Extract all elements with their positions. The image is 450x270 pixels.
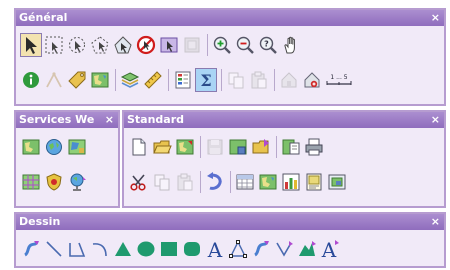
close-icon[interactable]: × (431, 214, 440, 230)
globe-stand-icon[interactable] (66, 170, 88, 194)
toolbar-separator (274, 69, 275, 91)
select-layer-icon[interactable] (181, 33, 203, 57)
panel-standard-title: Standard (127, 113, 185, 126)
panel-general-title: Général (19, 11, 68, 24)
close-icon[interactable]: × (431, 112, 440, 128)
draw-select-icon[interactable] (20, 237, 42, 261)
toolbar-separator (276, 136, 277, 158)
scale-bar-icon[interactable]: 1 ... 5 (324, 68, 354, 92)
layout-icon[interactable] (303, 170, 325, 194)
standard-toolbar-row-2 (126, 167, 442, 197)
panel-dessin-title: Dessin (19, 215, 61, 228)
select-circle-icon[interactable] (66, 33, 88, 57)
close-icon[interactable]: × (431, 10, 440, 26)
copy-icon[interactable] (151, 170, 173, 194)
cut-icon[interactable] (128, 170, 150, 194)
ellipse-icon[interactable] (135, 237, 157, 261)
scale-bar-label: 1 ... 5 (330, 74, 347, 81)
panel-standard: Standard × (122, 110, 446, 208)
open-map-icon[interactable] (174, 135, 196, 159)
services-toolbar-row-2 (18, 167, 116, 197)
wfs-map-icon[interactable] (66, 135, 88, 159)
shield-icon[interactable] (43, 170, 65, 194)
rounded-rectangle-icon[interactable] (181, 237, 203, 261)
draw-line-arrow-icon[interactable] (273, 237, 295, 261)
general-toolbar-row-2: Σ 1 ... 5 (18, 65, 442, 95)
panel-services-title: Services We (19, 113, 95, 126)
pan-hand-icon[interactable] (280, 33, 302, 57)
export-icon[interactable] (301, 68, 323, 92)
export-map-icon[interactable] (250, 135, 272, 159)
draw-polygon-icon[interactable] (296, 237, 318, 261)
text-style-icon[interactable]: A (319, 237, 341, 261)
zoom-identify-icon[interactable]: ? (257, 33, 279, 57)
toolbar-separator (230, 171, 231, 193)
open-folder-icon[interactable] (151, 135, 173, 159)
legend-icon[interactable] (172, 68, 194, 92)
save-icon[interactable] (204, 135, 226, 159)
ruler-icon[interactable] (142, 68, 164, 92)
line-icon[interactable] (43, 237, 65, 261)
info-icon[interactable] (20, 68, 42, 92)
services-toolbar-row-1 (18, 132, 116, 162)
chart-icon[interactable] (280, 170, 302, 194)
measure-icon[interactable] (43, 68, 65, 92)
toolbar-separator (200, 171, 201, 193)
draw-curve-icon[interactable] (250, 237, 272, 261)
new-document-icon[interactable] (128, 135, 150, 159)
copy-icon[interactable] (225, 68, 247, 92)
toolbar-separator (207, 34, 208, 56)
dessin-toolbar-row: A A (18, 232, 442, 266)
frame-icon[interactable] (326, 170, 348, 194)
panel-general-header[interactable]: Général × (16, 10, 444, 26)
clear-selection-icon[interactable] (135, 33, 157, 57)
paste-icon[interactable] (248, 68, 270, 92)
paste-icon[interactable] (174, 170, 196, 194)
toolbar-separator (200, 136, 201, 158)
close-icon[interactable]: × (105, 112, 114, 128)
general-toolbar-row-1: ? (18, 30, 442, 60)
select-shape-icon[interactable] (112, 33, 134, 57)
toolbar-separator (221, 69, 222, 91)
undo-icon[interactable] (204, 170, 226, 194)
select-by-attribute-icon[interactable] (158, 33, 180, 57)
map-icon[interactable] (89, 68, 111, 92)
standard-toolbar-row-1 (126, 132, 442, 162)
panel-general: Général × ? Σ 1 ... 5 (14, 8, 446, 106)
zoom-out-icon[interactable] (234, 33, 256, 57)
panel-dessin: Dessin × A A (14, 212, 446, 268)
layers-icon[interactable] (119, 68, 141, 92)
map-view-icon[interactable] (257, 170, 279, 194)
svg-text:?: ? (264, 40, 269, 49)
toolbar-separator (115, 69, 116, 91)
panel-services-web: Services We × (14, 110, 120, 208)
print-icon[interactable] (303, 135, 325, 159)
panel-dessin-header[interactable]: Dessin × (16, 214, 444, 230)
wms-map-icon[interactable] (20, 135, 42, 159)
select-arrow-icon[interactable] (20, 33, 42, 57)
svg-text:A: A (207, 239, 223, 259)
text-icon[interactable]: A (204, 237, 226, 261)
toolbar-separator (168, 69, 169, 91)
wms-globe-icon[interactable] (43, 135, 65, 159)
triangle-icon[interactable] (112, 237, 134, 261)
select-box-icon[interactable] (43, 33, 65, 57)
rectangle-icon[interactable] (158, 237, 180, 261)
svg-text:A: A (321, 239, 337, 259)
tag-icon[interactable] (66, 68, 88, 92)
table-icon[interactable] (234, 170, 256, 194)
svg-text:Σ: Σ (200, 71, 211, 90)
save-map-icon[interactable] (227, 135, 249, 159)
grid-map-icon[interactable] (20, 170, 42, 194)
edit-vertices-icon[interactable] (227, 237, 249, 261)
sum-icon[interactable]: Σ (195, 68, 217, 92)
zoom-in-icon[interactable] (211, 33, 233, 57)
panel-services-header[interactable]: Services We × (16, 112, 118, 128)
panel-standard-header[interactable]: Standard × (124, 112, 444, 128)
polyline-icon[interactable] (66, 237, 88, 261)
home-icon[interactable] (278, 68, 300, 92)
print-preview-icon[interactable] (280, 135, 302, 159)
select-polygon-icon[interactable] (89, 33, 111, 57)
arc-icon[interactable] (89, 237, 111, 261)
